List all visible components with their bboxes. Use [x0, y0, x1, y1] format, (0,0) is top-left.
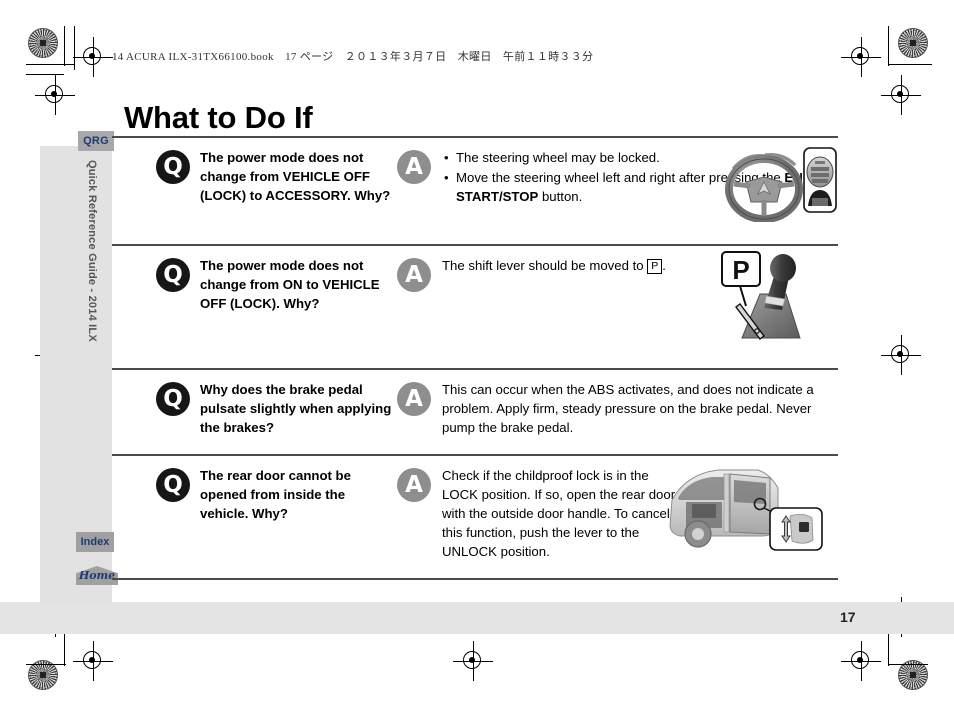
- crop-line-top: [64, 26, 65, 66]
- registration-mark-bottom-center: [453, 641, 493, 681]
- registration-mark-top-center-right: [841, 37, 881, 77]
- answer-badge-icon: A: [397, 468, 431, 502]
- shift-position-p-icon: P: [647, 259, 663, 274]
- registration-mark-top-left: [35, 75, 75, 115]
- question-column: Q The power mode does not change from VE…: [112, 148, 397, 205]
- crop-line-top-2: [74, 26, 75, 70]
- answer-badge-icon: A: [397, 150, 431, 184]
- answer-column: A This can occur when the ABS activates,…: [397, 380, 838, 437]
- book-file-header: 14 ACURA ILX-31TX66100.book 17 ページ ２０１３年…: [112, 51, 594, 63]
- question-badge-icon: Q: [156, 382, 190, 416]
- svg-text:P: P: [732, 255, 749, 285]
- shift-lever-icon: P: [721, 251, 801, 340]
- question-text: The power mode does not change from ON t…: [200, 258, 380, 311]
- registration-mark-top-center-left: [73, 37, 113, 77]
- crop-line-bottom-left-h: [26, 664, 66, 665]
- answer-badge-icon: A: [397, 382, 431, 416]
- rosette-mark-top-right: [898, 28, 928, 58]
- car-rear-door-icon: [669, 469, 823, 551]
- question-badge-icon: Q: [156, 468, 190, 502]
- steering-wheel-icon: [725, 147, 837, 223]
- question-badge-icon: Q: [156, 258, 190, 292]
- answer-suffix: .: [662, 258, 666, 273]
- registration-mark-bottom-center-right: [841, 641, 881, 681]
- question-column: Q Why does the brake pedal pulsate sligh…: [112, 380, 397, 437]
- question-text: The power mode does not change from VEHI…: [200, 150, 391, 203]
- rosette-mark-top-left: [28, 28, 58, 58]
- answer-prefix: The shift lever should be moved to: [442, 258, 644, 273]
- question-column: Q The power mode does not change from ON…: [112, 256, 397, 313]
- answer-text: This can occur when the ABS activates, a…: [442, 382, 814, 435]
- question-badge-icon: Q: [156, 150, 190, 184]
- crop-line-top-right: [888, 26, 889, 66]
- crop-line-left-2: [26, 74, 64, 75]
- crop-line-right: [888, 64, 932, 65]
- qa-row: Q Why does the brake pedal pulsate sligh…: [112, 370, 838, 454]
- question-text: Why does the brake pedal pulsate slightl…: [200, 382, 392, 435]
- sidebar-tab-index[interactable]: Index: [76, 532, 114, 552]
- qa-row: Q The power mode does not change from VE…: [112, 138, 838, 244]
- answer-badge-icon: A: [397, 258, 431, 292]
- crop-line-bottom-right-h: [888, 664, 928, 665]
- steering-wheel-illustration: [720, 142, 838, 223]
- registration-mark-mid-right: [881, 335, 921, 375]
- sidebar-guide-label: Quick Reference Guide - 2014 ILX: [86, 160, 98, 342]
- divider-bottom: [112, 578, 838, 580]
- answer-text: The shift lever should be moved to P.: [442, 256, 666, 275]
- crop-line-left: [26, 64, 74, 65]
- figure-steering-wheel-start-button: [720, 142, 838, 223]
- sidebar-tab-qrg[interactable]: QRG: [78, 131, 114, 151]
- qa-content-area: Q The power mode does not change from VE…: [112, 136, 838, 580]
- page-number: 17: [840, 609, 856, 625]
- registration-mark-top-right: [881, 75, 921, 115]
- question-column: Q The rear door cannot be opened from in…: [112, 466, 397, 523]
- question-text: The rear door cannot be opened from insi…: [200, 468, 351, 521]
- shift-lever-illustration: P: [716, 250, 826, 345]
- page-footer-band: [0, 602, 954, 634]
- registration-mark-bottom-center-left: [73, 641, 113, 681]
- rear-door-illustration: [666, 460, 824, 552]
- qa-row: Q The power mode does not change from ON…: [112, 246, 838, 368]
- page-title: What to Do If: [124, 100, 313, 135]
- qa-row: Q The rear door cannot be opened from in…: [112, 456, 838, 578]
- figure-rear-door-childproof-lock: [666, 460, 824, 552]
- figure-shift-lever: P: [716, 250, 826, 345]
- answer-text: Check if the childproof lock is in the L…: [442, 468, 676, 559]
